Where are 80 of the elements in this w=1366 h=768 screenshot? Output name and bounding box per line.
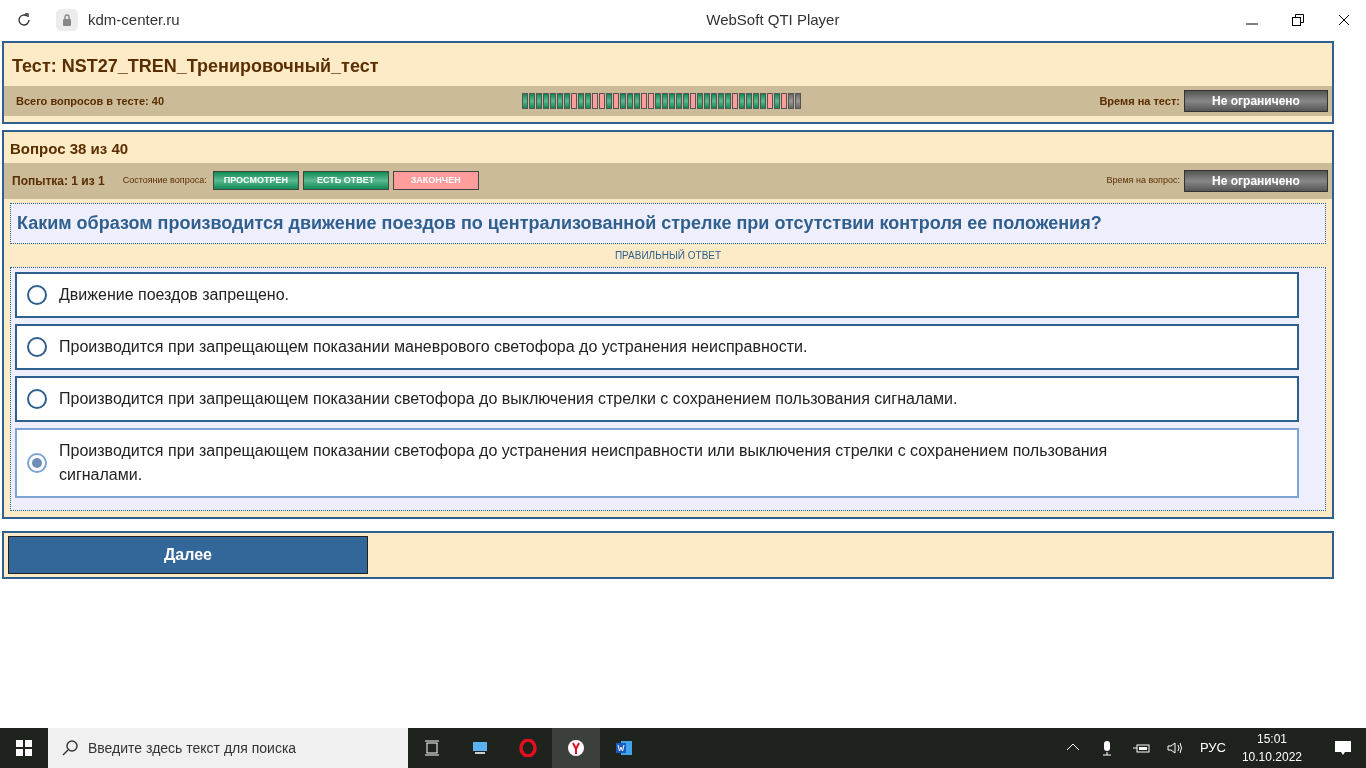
- progress-cell[interactable]: [543, 93, 549, 109]
- progress-cell[interactable]: [578, 93, 584, 109]
- attempt-label: Попытка: 1 из 1: [12, 172, 105, 190]
- next-button[interactable]: Далее: [8, 535, 368, 574]
- progress-cell[interactable]: [739, 93, 745, 109]
- progress-cell[interactable]: [662, 93, 668, 109]
- progress-cell[interactable]: [522, 93, 528, 109]
- question-number: Вопрос 38 из 40: [9, 139, 130, 159]
- clock-time[interactable]: 15:01: [1241, 730, 1302, 748]
- progress-cell[interactable]: [753, 93, 759, 109]
- taskbar-search-field[interactable]: Введите здесь текст для поиска: [48, 728, 408, 768]
- progress-cell[interactable]: [599, 93, 605, 109]
- progress-cell[interactable]: [725, 93, 731, 109]
- test-title: Тест: NST27_TREN_Тренировочный_тест: [11, 55, 380, 78]
- state-indicator: ПРОСМОТРЕН: [212, 170, 299, 191]
- state-indicator: ЕСТЬ ОТВЕТ: [302, 170, 389, 191]
- progress-cell[interactable]: [655, 93, 661, 109]
- answer-option[interactable]: Движение поездов запрещено.: [15, 271, 1299, 318]
- progress-cell[interactable]: [746, 93, 752, 109]
- total-questions-label: Всего вопросов в тесте: 40: [16, 93, 166, 109]
- progress-cell[interactable]: [683, 93, 689, 109]
- radio-button[interactable]: [27, 336, 47, 357]
- progress-cell[interactable]: [676, 93, 682, 109]
- progress-cell[interactable]: [704, 93, 710, 109]
- progress-cell[interactable]: [529, 93, 535, 109]
- progress-cell[interactable]: [564, 93, 570, 109]
- restore-icon[interactable]: [1292, 14, 1304, 26]
- reload-icon[interactable]: [16, 12, 32, 28]
- notifications-icon[interactable]: [1334, 739, 1352, 757]
- progress-cell[interactable]: [788, 93, 794, 109]
- progress-cell[interactable]: [767, 93, 773, 109]
- state-label: Состояние вопроса:: [122, 173, 207, 187]
- question-time-value: Не ограничено: [1184, 169, 1328, 192]
- progress-cell[interactable]: [627, 93, 633, 109]
- progress-cell[interactable]: [634, 93, 640, 109]
- option-text: Производится при запрещающем показании светофора до устранения неисправности или выключения стрелки с сохранением пользования сигналами.: [59, 440, 1109, 485]
- radio-button[interactable]: [27, 452, 47, 473]
- progress-cell[interactable]: [690, 93, 696, 109]
- progress-cell[interactable]: [613, 93, 619, 109]
- answer-option[interactable]: Производится при запрещающем показании светофора до устранения неисправности или выключения стрелки с сохранением пользования сигналами.: [15, 427, 1299, 498]
- progress-cell[interactable]: [774, 93, 780, 109]
- progress-cell[interactable]: [557, 93, 563, 109]
- window-title: WebSoft QTI Player: [706, 9, 840, 30]
- progress-cell[interactable]: [697, 93, 703, 109]
- progress-cell[interactable]: [648, 93, 654, 109]
- progress-cell[interactable]: [711, 93, 717, 109]
- question-time-label: Время на вопрос:: [1106, 173, 1180, 187]
- option-text: Производится при запрещающем показании маневрового светофора до устранения неисправности.: [59, 336, 808, 357]
- lock-icon: [56, 9, 78, 31]
- progress-cell[interactable]: [760, 93, 766, 109]
- time-label: Время на тест:: [1099, 93, 1180, 109]
- question-text: Каким образом производится движение поездов по централизованной стрелке при отсутствии контроля ее положения?: [10, 202, 1326, 244]
- address-text[interactable]: kdm-center.ru: [88, 8, 180, 32]
- progress-cell[interactable]: [795, 93, 801, 109]
- progress-cell[interactable]: [585, 93, 591, 109]
- progress-cell[interactable]: [592, 93, 598, 109]
- answer-option[interactable]: Производится при запрещающем показании светофора до выключения стрелки с сохранением пользования сигналами.: [15, 375, 1299, 422]
- clock-date[interactable]: 10.10.2022: [1241, 748, 1302, 766]
- progress-cell[interactable]: [536, 93, 542, 109]
- option-text: Движение поездов запрещено.: [59, 284, 290, 305]
- speaker-icon[interactable]: [1165, 739, 1184, 757]
- progress-cell[interactable]: [550, 93, 556, 109]
- answer-caption: ПРАВИЛЬНЫЙ ОТВЕТ: [613, 248, 723, 263]
- close-icon[interactable]: [1338, 14, 1350, 26]
- radio-button[interactable]: [27, 388, 47, 409]
- search-icon: [62, 740, 78, 756]
- language-indicator[interactable]: РУС: [1199, 738, 1226, 758]
- progress-cell[interactable]: [606, 93, 612, 109]
- progress-cell[interactable]: [571, 93, 577, 109]
- progress-cell[interactable]: [718, 93, 724, 109]
- state-indicator: ЗАКОНЧЕН: [392, 170, 479, 191]
- progress-cell[interactable]: [781, 93, 787, 109]
- radio-button[interactable]: [27, 284, 47, 305]
- progress-cell[interactable]: [641, 93, 647, 109]
- option-text: Производится при запрещающем показании светофора до выключения стрелки с сохранением пользования сигналами.: [59, 388, 958, 409]
- progress-cell[interactable]: [732, 93, 738, 109]
- progress-cell[interactable]: [669, 93, 675, 109]
- time-value: Не ограничено: [1184, 90, 1328, 112]
- answer-option[interactable]: Производится при запрещающем показании маневрового светофора до устранения неисправности.: [15, 323, 1299, 370]
- progress-cell[interactable]: [620, 93, 626, 109]
